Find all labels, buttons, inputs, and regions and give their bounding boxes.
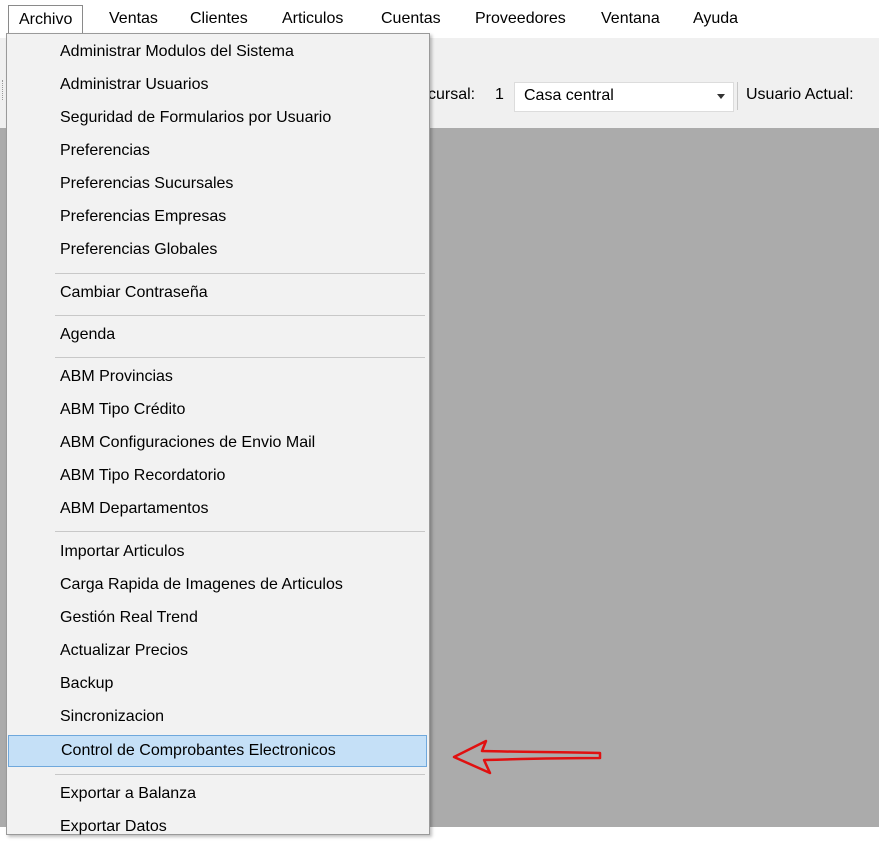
- menu-item-seguridad-formularios[interactable]: Seguridad de Formularios por Usuario: [8, 102, 427, 134]
- usuario-actual-label: Usuario Actual:: [746, 86, 854, 103]
- annotation-arrow-icon: [452, 739, 602, 775]
- menu-proveedores[interactable]: Proveedores: [475, 6, 566, 32]
- sucursal-combo-value: Casa central: [524, 87, 614, 104]
- menu-item-abm-departamentos[interactable]: ABM Departamentos: [8, 493, 427, 525]
- menu-item-preferencias-empresas[interactable]: Preferencias Empresas: [8, 201, 427, 233]
- menu-ventas[interactable]: Ventas: [109, 6, 158, 32]
- menu-item-preferencias-globales[interactable]: Preferencias Globales: [8, 234, 427, 266]
- menu-item-agenda[interactable]: Agenda: [8, 319, 427, 351]
- menu-item-abm-config-envio-mail[interactable]: ABM Configuraciones de Envio Mail: [8, 427, 427, 459]
- menu-item-administrar-modulos[interactable]: Administrar Modulos del Sistema: [8, 36, 427, 68]
- menu-ayuda[interactable]: Ayuda: [693, 6, 738, 32]
- menu-divider: [55, 357, 425, 358]
- menu-clientes[interactable]: Clientes: [190, 6, 248, 32]
- menu-item-importar-articulos[interactable]: Importar Articulos: [8, 536, 427, 568]
- sucursal-label: cursal:: [428, 86, 476, 103]
- menu-item-backup[interactable]: Backup: [8, 668, 427, 700]
- menu-item-exportar-balanza[interactable]: Exportar a Balanza: [8, 778, 427, 810]
- menu-divider: [55, 774, 425, 775]
- menu-item-administrar-usuarios[interactable]: Administrar Usuarios: [8, 69, 427, 101]
- chevron-down-icon[interactable]: [717, 94, 725, 99]
- menu-item-preferencias[interactable]: Preferencias: [8, 135, 427, 167]
- menu-cuentas[interactable]: Cuentas: [381, 6, 441, 32]
- menu-item-carga-rapida-imagenes[interactable]: Carga Rapida de Imagenes de Articulos: [8, 569, 427, 601]
- menu-item-abm-tipo-credito[interactable]: ABM Tipo Crédito: [8, 394, 427, 426]
- menu-item-control-comprobantes-electronicos[interactable]: Control de Comprobantes Electronicos: [8, 735, 427, 767]
- menu-ventana[interactable]: Ventana: [601, 6, 660, 32]
- sucursal-combo[interactable]: Casa central: [514, 82, 734, 112]
- menu-divider: [55, 273, 425, 274]
- menu-item-actualizar-precios[interactable]: Actualizar Precios: [8, 635, 427, 667]
- menu-archivo[interactable]: Archivo: [8, 5, 84, 34]
- menu-item-gestion-real-trend[interactable]: Gestión Real Trend: [8, 602, 427, 634]
- menu-item-preferencias-sucursales[interactable]: Preferencias Sucursales: [8, 168, 427, 200]
- menu-item-abm-tipo-recordatorio[interactable]: ABM Tipo Recordatorio: [8, 460, 427, 492]
- menu-articulos[interactable]: Articulos: [282, 6, 343, 32]
- menu-divider: [55, 531, 425, 532]
- archivo-dropdown: Administrar Modulos del Sistema Administ…: [6, 33, 430, 835]
- menu-divider: [55, 315, 425, 316]
- toolbar-separator: [737, 82, 738, 110]
- sucursal-number: 1: [495, 86, 504, 103]
- menu-item-sincronizacion[interactable]: Sincronizacion: [8, 701, 427, 733]
- menu-item-exportar-datos[interactable]: Exportar Datos: [8, 811, 427, 843]
- menu-item-abm-provincias[interactable]: ABM Provincias: [8, 361, 427, 393]
- menu-item-cambiar-contrasena[interactable]: Cambiar Contraseña: [8, 277, 427, 309]
